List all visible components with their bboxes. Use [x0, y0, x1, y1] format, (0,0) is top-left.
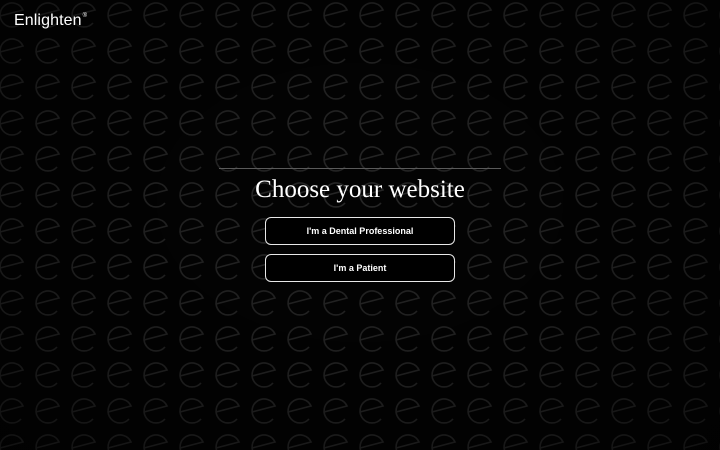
- logo-text: Enlighten: [14, 12, 82, 29]
- landing-page: Enlighten ® Choose your website I'm a De…: [0, 0, 720, 450]
- page-title: Choose your website: [255, 176, 465, 203]
- patient-button[interactable]: I'm a Patient: [265, 254, 455, 282]
- heading-divider: [219, 168, 501, 169]
- registered-mark: ®: [82, 13, 88, 19]
- dental-professional-button[interactable]: I'm a Dental Professional: [265, 217, 455, 245]
- enlighten-logo[interactable]: Enlighten ®: [14, 12, 87, 30]
